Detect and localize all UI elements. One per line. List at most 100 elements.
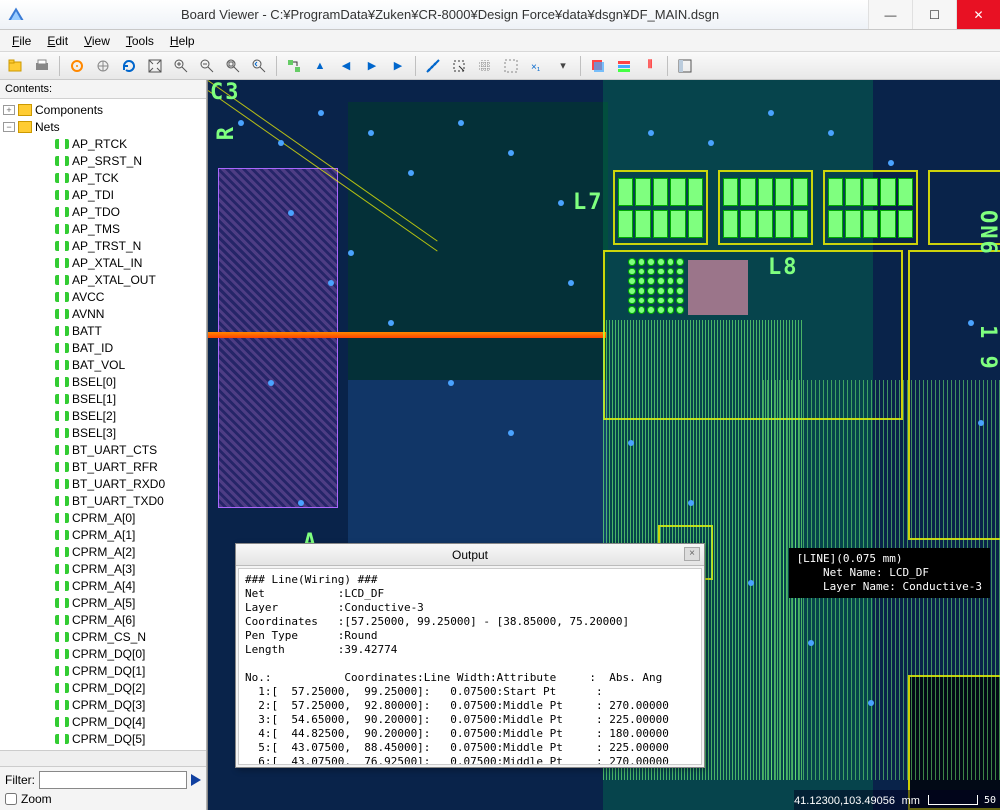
net-icon bbox=[55, 241, 69, 251]
tree-net-item[interactable]: BT_UART_RXD0 bbox=[0, 475, 206, 492]
tree-net-item[interactable]: BAT_VOL bbox=[0, 356, 206, 373]
sidebar-h-scrollbar[interactable] bbox=[0, 750, 206, 766]
menu-file[interactable]: File bbox=[6, 32, 37, 50]
close-button[interactable]: ✕ bbox=[956, 0, 1000, 29]
tree-node-nets[interactable]: − Nets bbox=[0, 118, 206, 135]
toolbar-measure-icon[interactable] bbox=[421, 55, 445, 77]
tree-net-item[interactable]: BSEL[2] bbox=[0, 407, 206, 424]
tree-net-item[interactable]: BSEL[0] bbox=[0, 373, 206, 390]
tree-net-item[interactable]: BT_UART_TXD0 bbox=[0, 492, 206, 509]
menu-tools[interactable]: Tools bbox=[120, 32, 160, 50]
tree-net-item[interactable]: CPRM_A[3] bbox=[0, 560, 206, 577]
tree-net-item[interactable]: CPRM_A[0] bbox=[0, 509, 206, 526]
net-label: AP_TDI bbox=[72, 188, 114, 202]
expand-icon[interactable]: + bbox=[3, 105, 15, 115]
tree-net-item[interactable]: BT_UART_RFR bbox=[0, 458, 206, 475]
menu-view[interactable]: View bbox=[78, 32, 116, 50]
toolbar-zoom-area-icon[interactable] bbox=[221, 55, 245, 77]
spacer bbox=[40, 530, 52, 540]
maximize-button[interactable]: ☐ bbox=[912, 0, 956, 29]
net-icon bbox=[55, 207, 69, 217]
toolbar-zoom-out-icon[interactable] bbox=[195, 55, 219, 77]
toolbar-panel-icon[interactable] bbox=[673, 55, 697, 77]
toolbar-colors-icon[interactable]: ⫴ bbox=[638, 55, 662, 77]
toolbar-refresh-icon[interactable] bbox=[117, 55, 141, 77]
tree-net-item[interactable]: AP_SRST_N bbox=[0, 152, 206, 169]
tree-net-item[interactable]: CPRM_DQ[4] bbox=[0, 713, 206, 730]
tree-net-item[interactable]: CPRM_A[1] bbox=[0, 526, 206, 543]
tree-net-item[interactable]: AP_XTAL_IN bbox=[0, 254, 206, 271]
filter-go-icon[interactable] bbox=[191, 774, 201, 786]
net-label: BAT_VOL bbox=[72, 358, 125, 372]
zoom-checkbox[interactable] bbox=[5, 793, 17, 805]
tree-net-item[interactable]: AP_TDO bbox=[0, 203, 206, 220]
tree-net-item[interactable]: BATT bbox=[0, 322, 206, 339]
toolbar-cross-probe-icon[interactable] bbox=[282, 55, 306, 77]
tree-net-item[interactable]: CPRM_A[4] bbox=[0, 577, 206, 594]
toolbar-separator bbox=[276, 56, 277, 76]
output-close-icon[interactable]: × bbox=[684, 547, 700, 561]
toolbar-dropdown-icon[interactable]: ▾ bbox=[551, 55, 575, 77]
sidebar-header: Contents: bbox=[0, 80, 206, 99]
tree-net-item[interactable]: AVCC bbox=[0, 288, 206, 305]
net-icon bbox=[55, 173, 69, 183]
tree-net-item[interactable]: CPRM_DQ[2] bbox=[0, 679, 206, 696]
menu-edit[interactable]: Edit bbox=[41, 32, 74, 50]
filter-input[interactable] bbox=[39, 771, 187, 789]
toolbar-prev-icon[interactable]: ◀ bbox=[334, 55, 358, 77]
tree-net-item[interactable]: CPRM_DQ[0] bbox=[0, 645, 206, 662]
tree-net-item[interactable]: CPRM_A[5] bbox=[0, 594, 206, 611]
collapse-icon[interactable]: − bbox=[3, 122, 15, 132]
tree-net-item[interactable]: AP_TMS bbox=[0, 220, 206, 237]
tree-net-item[interactable]: CPRM_CS_N bbox=[0, 628, 206, 645]
tree-net-item[interactable]: AP_RTCK bbox=[0, 135, 206, 152]
net-icon bbox=[55, 462, 69, 472]
spacer bbox=[40, 139, 52, 149]
tree-net-item[interactable]: AP_TDI bbox=[0, 186, 206, 203]
tree-net-item[interactable]: CPRM_A[2] bbox=[0, 543, 206, 560]
tree-net-item[interactable]: CPRM_DQ[1] bbox=[0, 662, 206, 679]
toolbar-snap-icon[interactable] bbox=[499, 55, 523, 77]
tree-net-item[interactable]: BSEL[1] bbox=[0, 390, 206, 407]
output-body[interactable]: ### Line(Wiring) ### Net :LCD_DF Layer :… bbox=[238, 568, 702, 765]
net-label: CPRM_A[0] bbox=[72, 511, 135, 525]
toolbar-layers-1-icon[interactable] bbox=[586, 55, 610, 77]
tree-net-item[interactable]: CPRM_DQ[3] bbox=[0, 696, 206, 713]
spacer bbox=[40, 496, 52, 506]
net-label: AP_TMS bbox=[72, 222, 120, 236]
tree-net-item[interactable]: AVNN bbox=[0, 305, 206, 322]
minimize-button[interactable]: — bbox=[868, 0, 912, 29]
toolbar-highlight-icon[interactable] bbox=[65, 55, 89, 77]
toolbar-dim-icon[interactable] bbox=[91, 55, 115, 77]
toolbar-open-icon[interactable] bbox=[4, 55, 28, 77]
toolbar-play-icon[interactable]: ▶ bbox=[386, 55, 410, 77]
output-window[interactable]: Output × ### Line(Wiring) ### Net :LCD_D… bbox=[235, 543, 705, 768]
via bbox=[688, 500, 694, 506]
net-icon bbox=[55, 564, 69, 574]
spacer bbox=[40, 360, 52, 370]
tree-net-item[interactable]: BAT_ID bbox=[0, 339, 206, 356]
toolbar-zoom-prev-icon[interactable] bbox=[247, 55, 271, 77]
menu-help[interactable]: Help bbox=[164, 32, 201, 50]
net-icon bbox=[55, 666, 69, 676]
tree-net-item[interactable]: CPRM_A[6] bbox=[0, 611, 206, 628]
toolbar-print-icon[interactable] bbox=[30, 55, 54, 77]
toolbar-zoom-in-icon[interactable] bbox=[169, 55, 193, 77]
toolbar-fit-icon[interactable] bbox=[143, 55, 167, 77]
toolbar-layers-2-icon[interactable] bbox=[612, 55, 636, 77]
tree-net-item[interactable]: CPRM_DQ[5] bbox=[0, 730, 206, 747]
toolbar-next-icon[interactable]: ▶ bbox=[360, 55, 384, 77]
net-icon bbox=[55, 275, 69, 285]
tree-net-item[interactable]: AP_TCK bbox=[0, 169, 206, 186]
tree-node-components[interactable]: + Components bbox=[0, 101, 206, 118]
output-title-bar[interactable]: Output × bbox=[236, 544, 704, 566]
toolbar-layer-x-icon[interactable]: ×₁ bbox=[525, 55, 549, 77]
toolbar-grid-icon[interactable] bbox=[473, 55, 497, 77]
toolbar-up-icon[interactable]: ▲ bbox=[308, 55, 332, 77]
toolbar-select-icon[interactable] bbox=[447, 55, 471, 77]
tree-net-item[interactable]: AP_TRST_N bbox=[0, 237, 206, 254]
tree-net-item[interactable]: AP_XTAL_OUT bbox=[0, 271, 206, 288]
tree[interactable]: + Components − Nets AP_RTCKAP_SRST_NAP_T… bbox=[0, 99, 206, 750]
tree-net-item[interactable]: BT_UART_CTS bbox=[0, 441, 206, 458]
tree-net-item[interactable]: BSEL[3] bbox=[0, 424, 206, 441]
